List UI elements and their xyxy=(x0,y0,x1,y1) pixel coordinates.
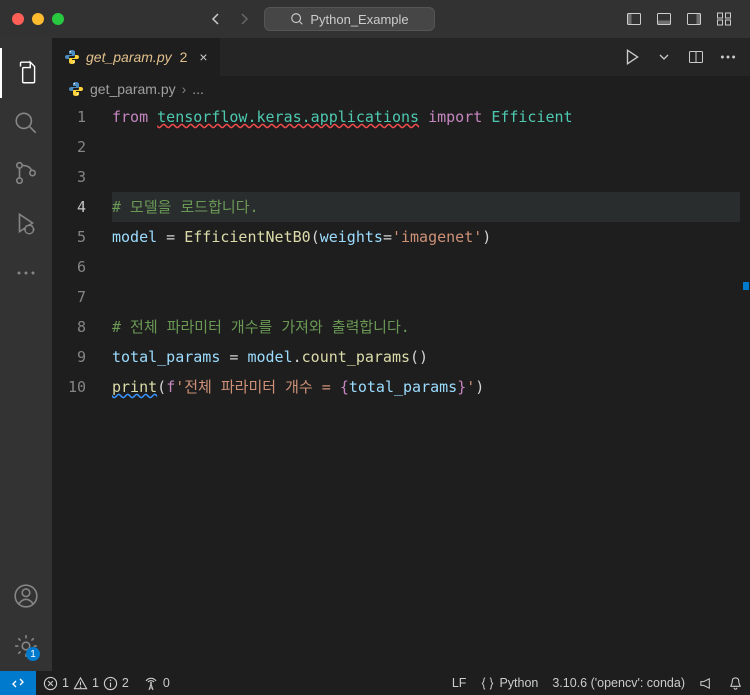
run-file-button[interactable] xyxy=(618,43,646,71)
megaphone-icon xyxy=(699,676,714,691)
language-mode: Python xyxy=(499,676,538,690)
line-number: 8 xyxy=(52,312,86,342)
line-number: 2 xyxy=(52,132,86,162)
nav-back-button[interactable] xyxy=(204,7,228,31)
ports-count: 0 xyxy=(163,676,170,690)
toggle-primary-sidebar-button[interactable] xyxy=(620,5,648,33)
line-number: 7 xyxy=(52,282,86,312)
notifications-button[interactable] xyxy=(721,671,750,695)
code-line xyxy=(112,282,740,312)
breadcrumb[interactable]: get_param.py › ... xyxy=(52,76,750,102)
warning-icon xyxy=(73,676,88,691)
editor-tab[interactable]: get_param.py 2 × xyxy=(52,38,221,76)
overview-marker xyxy=(743,282,749,290)
run-debug-tab[interactable] xyxy=(0,198,52,248)
nav-arrows xyxy=(204,7,256,31)
source-control-tab[interactable] xyxy=(0,148,52,198)
split-editor-button[interactable] xyxy=(682,43,710,71)
ports-status[interactable]: 0 xyxy=(136,671,177,695)
eol-status[interactable]: LF xyxy=(445,671,474,695)
editor-actions xyxy=(618,43,750,71)
settings-button[interactable]: 1 xyxy=(0,621,52,671)
tab-bar: get_param.py 2 × xyxy=(52,38,750,76)
line-number: 6 xyxy=(52,252,86,282)
editor-area: get_param.py 2 × xyxy=(52,38,750,671)
status-bar: 1 1 2 0 LF Python 3.10.6 ('opencv': cond… xyxy=(0,671,750,695)
titlebar: Python_Example xyxy=(0,0,750,38)
breadcrumb-ellipsis: ... xyxy=(192,81,204,97)
line-number: 4 xyxy=(52,192,86,222)
code-line: # 모델을 로드합니다. xyxy=(112,192,740,222)
tab-problem-count: 2 xyxy=(180,49,188,65)
python-interpreter-status[interactable]: 3.10.6 ('opencv': conda) xyxy=(545,671,692,695)
code-line: model = EfficientNetB0(weights='imagenet… xyxy=(112,222,740,252)
code-line: # 전체 파라미터 개수를 가져와 출력합니다. xyxy=(112,312,740,342)
more-actions-button[interactable] xyxy=(714,43,742,71)
tab-close-button[interactable]: × xyxy=(199,49,207,65)
feedback-button[interactable] xyxy=(692,671,721,695)
command-center[interactable]: Python_Example xyxy=(264,7,435,31)
overview-ruler[interactable] xyxy=(740,102,750,671)
search-tab[interactable] xyxy=(0,98,52,148)
command-center-label: Python_Example xyxy=(310,12,408,27)
code-content[interactable]: from tensorflow.keras.applications impor… xyxy=(112,102,740,671)
line-number: 1 xyxy=(52,102,86,132)
warning-count: 1 xyxy=(92,676,99,690)
line-number: 10 xyxy=(52,372,86,402)
window-controls xyxy=(12,13,64,25)
layout-controls xyxy=(620,5,738,33)
tab-filename: get_param.py xyxy=(86,49,172,65)
close-window-button[interactable] xyxy=(12,13,24,25)
error-count: 1 xyxy=(62,676,69,690)
eol-value: LF xyxy=(452,676,467,690)
line-number: 9 xyxy=(52,342,86,372)
code-line: from tensorflow.keras.applications impor… xyxy=(112,102,740,132)
code-line xyxy=(112,132,740,162)
bell-icon xyxy=(728,676,743,691)
info-count: 2 xyxy=(122,676,129,690)
breadcrumb-file: get_param.py xyxy=(90,81,176,97)
more-views-button[interactable] xyxy=(0,248,52,298)
main-area: 1 get_param.py 2 × xyxy=(0,38,750,671)
line-number: 3 xyxy=(52,162,86,192)
line-number: 5 xyxy=(52,222,86,252)
toggle-panel-button[interactable] xyxy=(650,5,678,33)
code-line: print(f'전체 파라미터 개수 = {total_params}') xyxy=(112,372,740,402)
interpreter-value: 3.10.6 ('opencv': conda) xyxy=(552,676,685,690)
language-mode-status[interactable]: Python xyxy=(473,671,545,695)
braces-icon xyxy=(480,676,495,691)
accounts-button[interactable] xyxy=(0,571,52,621)
code-line xyxy=(112,252,740,282)
maximize-window-button[interactable] xyxy=(52,13,64,25)
code-editor[interactable]: 1 2 3 4 5 6 7 8 9 10 from tensorflow.ker… xyxy=(52,102,750,671)
info-icon xyxy=(103,676,118,691)
breadcrumb-separator: › xyxy=(182,81,187,97)
run-dropdown-button[interactable] xyxy=(650,43,678,71)
activity-bar: 1 xyxy=(0,38,52,671)
nav-forward-button[interactable] xyxy=(232,7,256,31)
explorer-tab[interactable] xyxy=(0,48,52,98)
customize-layout-button[interactable] xyxy=(710,5,738,33)
line-number-gutter: 1 2 3 4 5 6 7 8 9 10 xyxy=(52,102,112,671)
radio-tower-icon xyxy=(143,675,159,691)
minimize-window-button[interactable] xyxy=(32,13,44,25)
code-line xyxy=(112,162,740,192)
code-line: total_params = model.count_params() xyxy=(112,342,740,372)
remote-indicator[interactable] xyxy=(0,671,36,695)
settings-badge: 1 xyxy=(26,647,40,661)
problems-status[interactable]: 1 1 2 xyxy=(36,671,136,695)
search-icon xyxy=(290,12,304,26)
python-file-icon xyxy=(64,49,80,65)
python-file-icon xyxy=(68,81,84,97)
toggle-secondary-sidebar-button[interactable] xyxy=(680,5,708,33)
error-icon xyxy=(43,676,58,691)
